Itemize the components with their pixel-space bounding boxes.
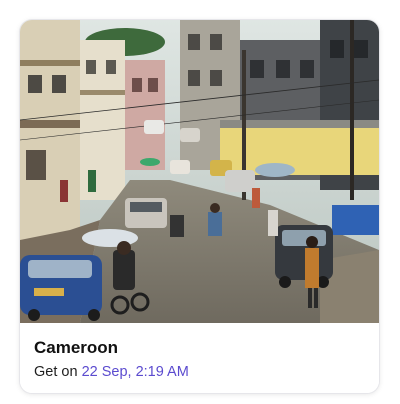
destination-title: Cameroon [34, 338, 119, 357]
street-photo [20, 20, 379, 323]
departure-info: Get on 22 Sep, 2:19 AM [34, 364, 189, 380]
departure-date: 22 Sep, 2:19 AM [81, 364, 189, 380]
card-info: Cameroon Get on 22 Sep, 2:19 AM [20, 323, 379, 393]
destination-card[interactable]: Cameroon Get on 22 Sep, 2:19 AM [20, 20, 379, 393]
departure-prefix: Get on [34, 364, 78, 380]
